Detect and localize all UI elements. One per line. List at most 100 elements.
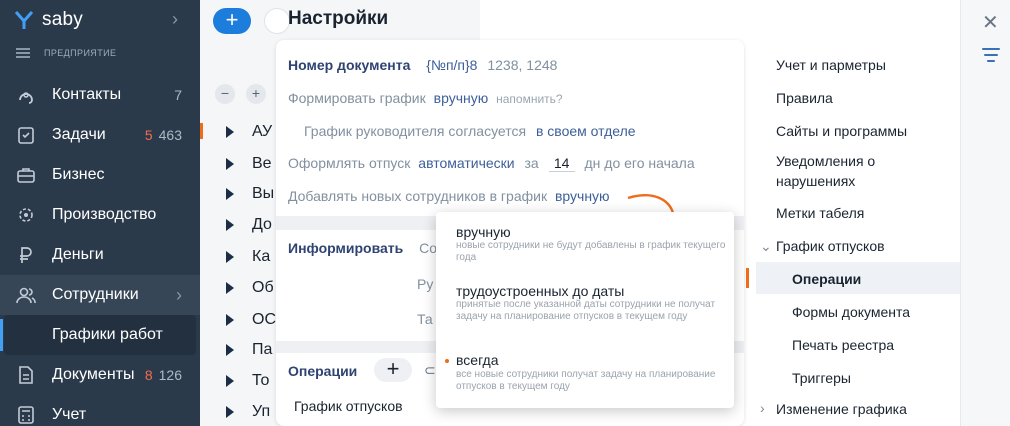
sidebar-subitem-work-schedules[interactable]: Графики работ bbox=[0, 315, 196, 355]
sidebar-item-label: Документы bbox=[52, 366, 135, 383]
vacation-days-input[interactable]: 14 bbox=[548, 155, 575, 172]
inform-option[interactable]: Ру bbox=[417, 276, 433, 292]
doc-number-format-link[interactable]: {№п/п}8 bbox=[426, 57, 477, 73]
list-item-label: До bbox=[252, 216, 272, 233]
documents-icon bbox=[16, 365, 36, 385]
expand-arrow-icon[interactable] bbox=[226, 188, 234, 200]
list-item[interactable]: АУ bbox=[226, 118, 272, 146]
operation-item[interactable]: График отпусков bbox=[294, 398, 403, 414]
list-item[interactable]: Вы bbox=[226, 180, 274, 208]
dropdown-option-by-date[interactable]: трудоустроенных до даты bbox=[456, 283, 624, 299]
nav-item[interactable]: Уведомления о bbox=[776, 153, 875, 169]
list-item-label: Вы bbox=[252, 185, 275, 202]
dropdown-option-desc: принятые после указанной даты сотрудники… bbox=[456, 299, 716, 322]
logo[interactable]: saby bbox=[14, 8, 83, 32]
sidebar-item-count: 8 126 bbox=[145, 367, 182, 383]
expand-arrow-icon[interactable] bbox=[226, 251, 234, 263]
nav-item[interactable]: Формы документа bbox=[792, 304, 910, 320]
list-item[interactable]: То bbox=[226, 367, 269, 395]
expand-arrow-icon[interactable] bbox=[226, 158, 234, 170]
operations-tool-icon[interactable]: ⊂ bbox=[424, 362, 436, 379]
chevron-down-icon[interactable]: ⌄ bbox=[760, 238, 772, 255]
nav-item[interactable]: Сайты и программы bbox=[776, 123, 907, 139]
nav-item[interactable]: Метки табеля bbox=[776, 205, 864, 221]
inform-label: Информировать bbox=[288, 240, 404, 256]
expand-arrow-icon[interactable] bbox=[226, 126, 234, 138]
nav-item-cont[interactable]: нарушениях bbox=[776, 173, 855, 189]
vacation-label: Оформлять отпуск bbox=[288, 155, 411, 171]
chevron-right-icon[interactable]: › bbox=[176, 285, 182, 306]
list-item-label: Ка bbox=[252, 248, 271, 265]
sidebar-item-production[interactable]: Производство bbox=[0, 195, 200, 235]
total-count: 463 bbox=[158, 127, 182, 143]
tasks-icon bbox=[16, 125, 36, 145]
expand-all-button[interactable]: + bbox=[246, 84, 266, 104]
calculator-icon bbox=[16, 405, 36, 425]
list-menu-icon[interactable] bbox=[982, 48, 1000, 64]
list-item[interactable]: ОС bbox=[226, 306, 276, 334]
vacation-mode-link[interactable]: автоматически bbox=[418, 155, 514, 171]
list-item[interactable]: Об bbox=[226, 274, 274, 302]
list-item[interactable]: Ка bbox=[226, 243, 270, 271]
sidebar-item-money[interactable]: Деньги bbox=[0, 235, 200, 275]
vacation-post: дн до его начала bbox=[584, 155, 695, 171]
list-item-label: ОС bbox=[252, 311, 276, 328]
inform-option[interactable]: Та bbox=[417, 311, 433, 327]
expand-arrow-icon[interactable] bbox=[226, 344, 234, 356]
inform-option[interactable]: Со bbox=[419, 240, 437, 256]
nav-group-vacation-schedule[interactable]: График отпусков bbox=[776, 238, 885, 254]
sidebar-item-label: Сотрудники bbox=[52, 286, 139, 303]
sidebar-item-label: Деньги bbox=[52, 246, 104, 263]
row-marker bbox=[200, 123, 203, 139]
schedule-row: Формировать график вручную напомнить? bbox=[288, 90, 563, 106]
nav-item[interactable]: Печать реестра bbox=[792, 337, 894, 353]
list-item-label: Уп bbox=[252, 403, 271, 420]
sidebar-item-employees[interactable]: Сотрудники › bbox=[0, 275, 200, 315]
saby-logo-icon bbox=[14, 11, 34, 29]
sidebar-item-contacts[interactable]: Контакты 7 bbox=[0, 75, 200, 115]
sidebar-item-accounting[interactable]: Учет bbox=[0, 395, 200, 426]
manager-scope-link[interactable]: в своем отделе bbox=[536, 123, 636, 139]
nav-item[interactable]: Учет и парметры bbox=[776, 57, 886, 73]
expand-arrow-icon[interactable] bbox=[226, 406, 234, 418]
sidebar-item-documents[interactable]: Документы 8 126 bbox=[0, 355, 200, 395]
nav-group-schedule-change[interactable]: Изменение графика bbox=[776, 401, 907, 417]
nav-item[interactable]: Правила bbox=[776, 90, 833, 106]
add-operation-button[interactable]: + bbox=[374, 358, 412, 382]
close-icon[interactable]: ✕ bbox=[982, 10, 999, 35]
doc-number-row: Номер документа {№п/п}8 1238, 1248 bbox=[288, 57, 557, 73]
expand-arrow-icon[interactable] bbox=[226, 219, 234, 231]
sidebar-item-label: Учет bbox=[52, 406, 87, 423]
sidebar-item-tasks[interactable]: Задачи 5 463 bbox=[0, 115, 200, 155]
list-item[interactable]: Уп bbox=[226, 398, 270, 426]
sidebar-item-business[interactable]: Бизнес bbox=[0, 155, 200, 195]
sidebar-item-label: Производство bbox=[52, 206, 157, 223]
business-icon bbox=[16, 165, 36, 185]
dropdown-option-desc: все новые сотрудники получат задачу на п… bbox=[456, 369, 716, 392]
dropdown-option-always[interactable]: всегда bbox=[456, 352, 499, 368]
expand-arrow-icon[interactable] bbox=[226, 314, 234, 326]
collapse-all-button[interactable]: − bbox=[215, 84, 235, 104]
chevron-right-icon[interactable]: › bbox=[172, 9, 178, 30]
employees-icon bbox=[16, 285, 36, 305]
chevron-right-icon[interactable]: › bbox=[760, 400, 765, 416]
active-marker bbox=[0, 319, 3, 351]
list-item[interactable]: Ве bbox=[226, 150, 272, 178]
nav-item-operations[interactable]: Операции bbox=[792, 271, 861, 287]
hamburger-icon[interactable] bbox=[16, 48, 30, 58]
add-employees-mode-link[interactable]: вручную bbox=[555, 188, 610, 204]
dropdown-option-desc: новые сотрудники не будут добавлены в гр… bbox=[456, 240, 726, 263]
sidebar-item-count: 7 bbox=[174, 87, 182, 103]
list-item[interactable]: Па bbox=[226, 336, 272, 364]
add-button[interactable]: + bbox=[213, 8, 251, 34]
nav-item[interactable]: Триггеры bbox=[792, 370, 851, 386]
round-button[interactable] bbox=[264, 8, 290, 34]
add-employees-row: Добавлять новых сотрудников в график вру… bbox=[288, 188, 610, 204]
expand-arrow-icon[interactable] bbox=[226, 375, 234, 387]
list-item[interactable]: До bbox=[226, 211, 272, 239]
expand-arrow-icon[interactable] bbox=[226, 282, 234, 294]
remind-link[interactable]: напомнить? bbox=[496, 92, 562, 106]
schedule-mode-link[interactable]: вручную bbox=[434, 90, 489, 106]
list-item-label: То bbox=[252, 372, 270, 389]
dropdown-option-manual[interactable]: вручную bbox=[456, 224, 511, 240]
